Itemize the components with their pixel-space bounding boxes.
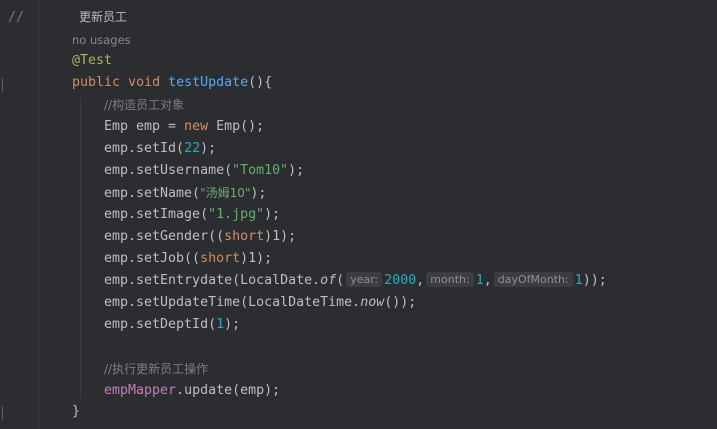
setupdatetime-pre: emp.setUpdateTime(LocalDateTime. <box>104 295 361 310</box>
code-line-setentrydate: emp.setEntrydate(LocalDate.of(year: 2000,… <box>104 270 607 292</box>
fold-marker-icon[interactable] <box>0 406 6 420</box>
month-value: 1 <box>475 273 484 288</box>
setjob-post: )1); <box>240 251 273 266</box>
code-line-setgender: emp.setGender((short)1); <box>104 226 296 248</box>
comment-slashes: // <box>8 10 25 25</box>
annotation-test: @Test <box>72 53 113 68</box>
setentrydate-paren: ( <box>336 273 345 288</box>
setdeptid-post: ); <box>224 317 241 332</box>
setupdatetime-method: now <box>360 295 385 310</box>
param-hint-month: month: <box>426 272 474 287</box>
gutter-divider <box>38 0 39 429</box>
setgender-post: )1); <box>264 229 297 244</box>
method-open: (){ <box>248 75 273 90</box>
setid-num: 22 <box>184 141 201 156</box>
code-line-setjob: emp.setJob((short)1); <box>104 248 272 270</box>
day-value: 1 <box>574 273 583 288</box>
setgender-kw: short <box>224 229 265 244</box>
setimage-str: "1.jpg" <box>208 207 265 222</box>
setentrydate-method: of <box>320 273 337 288</box>
code-line-emp-decl: Emp emp = new Emp(); <box>104 116 264 138</box>
header-comment: // 更新员工 <box>8 6 127 28</box>
code-line-setupdatetime: emp.setUpdateTime(LocalDateTime.now()); <box>104 292 416 314</box>
update-post: .update(emp); <box>176 383 281 398</box>
setimage-post: ); <box>264 207 281 222</box>
setid-pre: emp.setId( <box>104 141 185 156</box>
emp-decl-type: Emp emp = <box>104 119 185 134</box>
setentrydate-post: )); <box>582 273 607 288</box>
setjob-pre: emp.setJob(( <box>104 251 201 266</box>
setgender-pre: emp.setGender(( <box>104 229 225 244</box>
setusername-pre: emp.setUsername( <box>104 163 233 178</box>
year-value: 2000 <box>384 273 417 288</box>
keyword-void: void <box>128 75 161 90</box>
param-hint-year: year: <box>346 272 383 287</box>
comma: , <box>483 273 492 288</box>
comment-execute: //执行更新员工操作 <box>104 358 208 380</box>
comment-execute-text: //执行更新员工操作 <box>104 362 209 376</box>
setname-str: "汤姆10" <box>200 186 251 200</box>
comment-text: 更新员工 <box>79 10 128 24</box>
code-line-setusername: emp.setUsername("Tom10"); <box>104 160 304 182</box>
setupdatetime-post: ()); <box>384 295 417 310</box>
keyword-public: public <box>72 75 121 90</box>
setname-pre: emp.setName( <box>104 186 201 201</box>
setname-post: ); <box>250 186 267 201</box>
comma: , <box>416 273 425 288</box>
code-line-setdeptid: emp.setDeptId(1); <box>104 314 240 336</box>
usages-hint[interactable]: no usages <box>72 29 131 51</box>
setusername-str: "Tom10" <box>232 163 289 178</box>
fold-marker-icon[interactable] <box>0 78 6 92</box>
method-name: testUpdate <box>168 75 249 90</box>
emp-ctor: Emp(); <box>208 119 265 134</box>
code-line-setimage: emp.setImage("1.jpg"); <box>104 204 280 226</box>
code-line-setid: emp.setId(22); <box>104 138 216 160</box>
setimage-pre: emp.setImage( <box>104 207 209 222</box>
comment-construct-text: //构造员工对象 <box>104 98 185 112</box>
param-hint-day: dayOfMonth: <box>493 272 573 287</box>
code-line-setname: emp.setName("汤姆10"); <box>104 182 266 204</box>
indent-guide <box>80 98 81 398</box>
code-line-update: empMapper.update(emp); <box>104 380 280 402</box>
setjob-kw: short <box>200 251 241 266</box>
closing-brace: } <box>72 404 81 419</box>
setusername-post: ); <box>288 163 305 178</box>
comment-construct: //构造员工对象 <box>104 94 184 116</box>
setentrydate-pre: emp.setEntrydate(LocalDate. <box>104 273 321 288</box>
setdeptid-num: 1 <box>216 317 225 332</box>
setid-post: ); <box>200 141 217 156</box>
method-signature: public void testUpdate(){ <box>72 72 272 94</box>
keyword-new: new <box>184 119 209 134</box>
field-empmapper: empMapper <box>104 383 177 398</box>
code-editor[interactable]: // 更新员工 no usages @Test public void testU… <box>0 0 717 429</box>
setdeptid-pre: emp.setDeptId( <box>104 317 217 332</box>
